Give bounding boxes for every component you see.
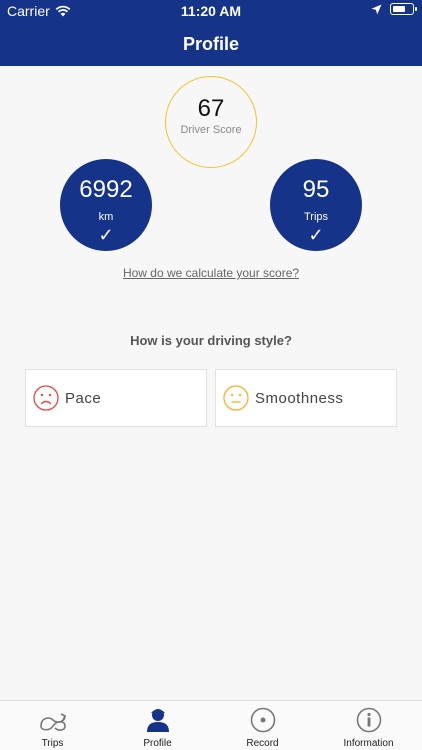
header-bar: Carrier 11:20 AM Profile bbox=[0, 0, 422, 66]
smoothness-card[interactable]: Smoothness bbox=[215, 369, 397, 427]
location-arrow-icon bbox=[371, 4, 382, 14]
neutral-face-icon bbox=[223, 385, 249, 411]
tab-profile-label: Profile bbox=[143, 738, 172, 749]
status-indicators bbox=[371, 3, 417, 15]
distance-unit: km bbox=[98, 211, 114, 223]
tab-information-label: Information bbox=[343, 738, 394, 749]
tab-record-label: Record bbox=[246, 738, 279, 749]
driver-score-circle: 67 Driver Score bbox=[165, 76, 257, 168]
trips-stat-circle: 95 Trips ✓ bbox=[270, 159, 362, 251]
tab-profile[interactable]: Profile bbox=[105, 701, 210, 750]
checkmark-icon: ✓ bbox=[98, 225, 114, 245]
driver-score-label: Driver Score bbox=[180, 124, 242, 136]
tab-bar: Trips Profile Record Information bbox=[0, 700, 422, 750]
info-icon bbox=[356, 707, 381, 733]
checkmark-icon: ✓ bbox=[308, 225, 324, 245]
status-bar: Carrier 11:20 AM bbox=[0, 0, 422, 22]
profile-icon bbox=[146, 709, 169, 732]
driving-style-heading: How is your driving style? bbox=[130, 333, 292, 348]
score-calculation-link[interactable]: How do we calculate your score? bbox=[0, 266, 422, 280]
driver-score-value: 67 bbox=[197, 95, 225, 122]
tab-information[interactable]: Information bbox=[315, 701, 422, 750]
page-title: Profile bbox=[182, 34, 239, 54]
trips-value: 95 bbox=[302, 176, 330, 203]
battery-icon bbox=[390, 3, 417, 15]
tab-trips[interactable]: Trips bbox=[0, 701, 105, 750]
record-icon bbox=[250, 707, 275, 733]
tab-trips-label: Trips bbox=[41, 738, 64, 749]
status-time: 11:20 AM bbox=[180, 3, 242, 19]
tab-record[interactable]: Record bbox=[210, 701, 315, 750]
distance-stat-circle: 6992 km ✓ bbox=[60, 159, 152, 251]
pace-label: Pace bbox=[65, 389, 102, 407]
sad-face-icon bbox=[33, 385, 59, 411]
smoothness-label: Smoothness bbox=[255, 389, 344, 407]
distance-value: 6992 bbox=[79, 176, 133, 203]
trips-icon bbox=[39, 713, 66, 731]
pace-card[interactable]: Pace bbox=[25, 369, 207, 427]
trips-unit: Trips bbox=[303, 211, 329, 223]
